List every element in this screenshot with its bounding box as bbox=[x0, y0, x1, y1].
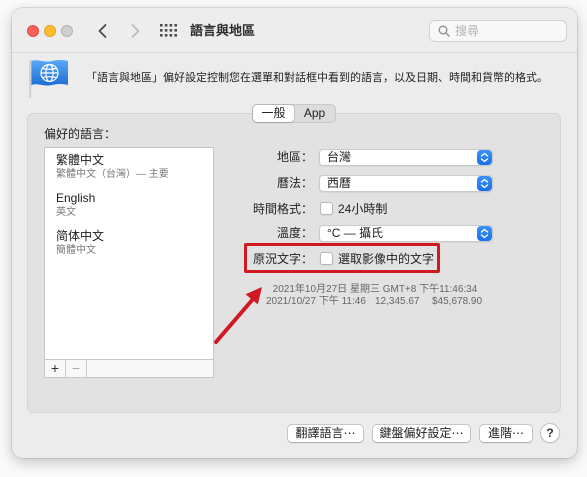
temperature-value: °C — 攝氏 bbox=[327, 226, 384, 240]
preferences-window: 語言與地區 「語言與地區」偏好設定控制您在選單和對話框中看到的語言，以及日期、時… bbox=[12, 8, 577, 458]
region-label: 地區： bbox=[276, 150, 313, 164]
list-action-bar: + − bbox=[44, 359, 214, 378]
language-name: 繁體中文 bbox=[56, 153, 105, 167]
search-field[interactable] bbox=[429, 20, 567, 42]
add-language-button[interactable]: + bbox=[45, 360, 66, 377]
calendar-popup[interactable]: 西曆 bbox=[319, 175, 493, 192]
language-detail: 繁體中文（台灣）— 主要 bbox=[56, 169, 169, 180]
language-item-traditional-chinese[interactable]: 繁體中文 繁體中文（台灣）— 主要 bbox=[45, 148, 213, 186]
advanced-button[interactable]: 進階⋯ bbox=[479, 424, 533, 443]
back-button[interactable] bbox=[96, 21, 110, 41]
close-button[interactable] bbox=[27, 25, 39, 37]
chevron-left-icon bbox=[98, 24, 107, 38]
up-down-chevron-icon bbox=[477, 226, 492, 241]
toolbar: 語言與地區 bbox=[12, 8, 577, 53]
remove-language-button[interactable]: − bbox=[66, 360, 87, 377]
24-hour-checkbox[interactable] bbox=[320, 202, 333, 215]
grid-icon bbox=[160, 24, 177, 37]
time-format-label: 時間格式： bbox=[252, 202, 313, 216]
zoom-button[interactable] bbox=[61, 25, 73, 37]
globe-flag-icon bbox=[29, 59, 68, 98]
forward-button[interactable] bbox=[128, 21, 142, 41]
tab-bar: 一般 App bbox=[252, 104, 336, 123]
format-preview-currency: $45,678.90 bbox=[432, 296, 483, 307]
language-detail: 簡體中文 bbox=[56, 245, 96, 256]
tab-app[interactable]: App bbox=[294, 105, 335, 122]
annotation-highlight-box bbox=[244, 243, 440, 273]
24-hour-checkbox-label[interactable]: 24小時制 bbox=[338, 201, 387, 217]
temperature-label: 溫度： bbox=[276, 226, 313, 240]
question-mark-icon: ? bbox=[546, 426, 554, 440]
region-value: 台灣 bbox=[327, 150, 352, 164]
language-detail: 英文 bbox=[56, 207, 76, 218]
search-input[interactable] bbox=[455, 23, 559, 39]
language-item-simplified-chinese[interactable]: 简体中文 簡體中文 bbox=[45, 224, 213, 262]
translate-languages-button[interactable]: 翻譯語言⋯ bbox=[287, 424, 364, 443]
language-name: English bbox=[56, 191, 96, 205]
preferred-language-list[interactable]: 繁體中文 繁體中文（台灣）— 主要 English 英文 简体中文 簡體中文 bbox=[44, 147, 214, 360]
format-preview-number: 12,345.67 bbox=[375, 296, 420, 307]
language-item-english[interactable]: English 英文 bbox=[45, 186, 213, 224]
pane-description: 「語言與地區」偏好設定控制您在選單和對話框中看到的語言，以及日期、時間和貨幣的格… bbox=[86, 72, 548, 84]
region-popup[interactable]: 台灣 bbox=[319, 149, 493, 166]
up-down-chevron-icon bbox=[477, 176, 492, 191]
up-down-chevron-icon bbox=[477, 150, 492, 165]
preferred-languages-label: 偏好的語言： bbox=[44, 127, 117, 141]
calendar-value: 西曆 bbox=[327, 176, 352, 190]
temperature-popup[interactable]: °C — 攝氏 bbox=[319, 225, 493, 242]
show-all-button[interactable] bbox=[160, 24, 177, 37]
minimize-button[interactable] bbox=[44, 25, 56, 37]
keyboard-preferences-button[interactable]: 鍵盤偏好設定⋯ bbox=[372, 424, 471, 443]
search-icon bbox=[438, 25, 450, 37]
help-button[interactable]: ? bbox=[540, 423, 560, 443]
language-name: 简体中文 bbox=[56, 229, 105, 243]
window-title: 語言與地區 bbox=[190, 23, 256, 38]
chevron-right-icon bbox=[131, 24, 140, 38]
format-preview-long-date: 2021年10月27日 星期三 GMT+8 下午11:46:34 bbox=[272, 284, 478, 295]
calendar-label: 曆法： bbox=[276, 176, 313, 190]
format-preview-short-date: 2021/10/27 下午 11:46 bbox=[266, 296, 366, 307]
tab-general[interactable]: 一般 bbox=[253, 105, 294, 122]
